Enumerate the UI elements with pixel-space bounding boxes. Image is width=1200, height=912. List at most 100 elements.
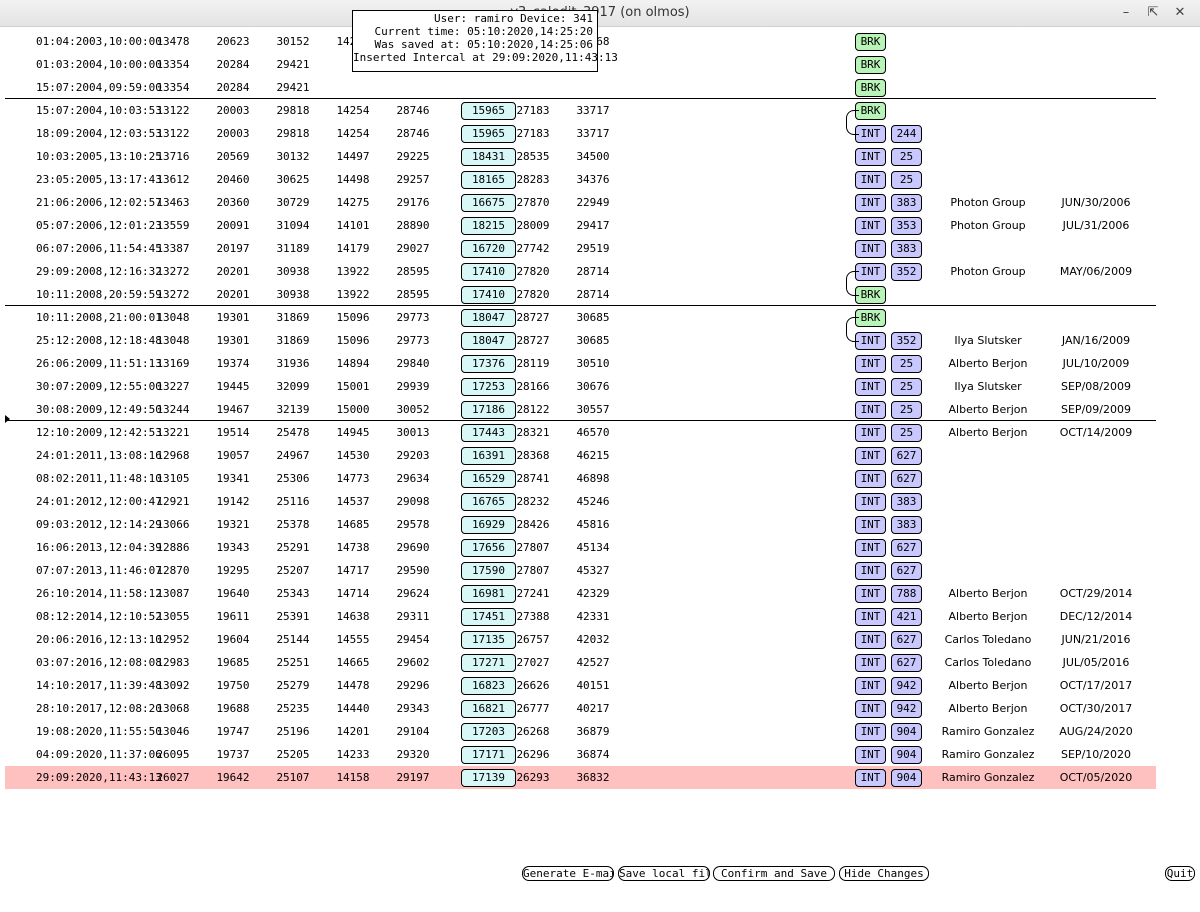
device-number-tag[interactable]: 788 bbox=[891, 585, 922, 603]
device-number-tag[interactable]: 627 bbox=[891, 470, 922, 488]
int-tag[interactable]: INT bbox=[855, 677, 886, 695]
int-tag[interactable]: INT bbox=[855, 378, 886, 396]
table-row[interactable]: 14:10:2017,11:39:48 13092 19750 25279 14478 2… bbox=[5, 674, 1156, 697]
device-number-tag[interactable]: 25 bbox=[891, 378, 922, 396]
device-number-tag[interactable]: 383 bbox=[891, 194, 922, 212]
device-number-tag[interactable]: 25 bbox=[891, 171, 922, 189]
device-number-tag[interactable]: 942 bbox=[891, 677, 922, 695]
table-row[interactable]: 06:07:2006,11:54:45 13387 20197 31189 14179 2… bbox=[5, 237, 1156, 260]
int-tag[interactable]: INT bbox=[855, 332, 886, 350]
int-tag[interactable]: INT bbox=[855, 148, 886, 166]
device-number-tag[interactable]: 244 bbox=[891, 125, 922, 143]
table-row[interactable]: 15:07:2004,10:03:53 13122 20003 29818 14254 2… bbox=[5, 99, 1156, 122]
int-tag[interactable]: INT bbox=[855, 171, 886, 189]
int-tag[interactable]: INT bbox=[855, 700, 886, 718]
device-number-tag[interactable]: 627 bbox=[891, 539, 922, 557]
save-local-file-button[interactable]: Save local file bbox=[618, 866, 710, 881]
device-number-tag[interactable]: 421 bbox=[891, 608, 922, 626]
int-tag[interactable]: INT bbox=[855, 447, 886, 465]
brk-tag[interactable]: BRK bbox=[855, 79, 886, 97]
device-number-tag[interactable]: 25 bbox=[891, 355, 922, 373]
quit-button[interactable]: Quit bbox=[1165, 866, 1195, 881]
int-tag[interactable]: INT bbox=[855, 194, 886, 212]
device-number-tag[interactable]: 352 bbox=[891, 332, 922, 350]
table-row[interactable]: 25:12:2008,12:18:48 13048 19301 31869 15096 2… bbox=[5, 329, 1156, 352]
int-tag[interactable]: INT bbox=[855, 746, 886, 764]
window-titlebar[interactable]: v3_caledit_3917 (on olmos) – ⇱ ✕ bbox=[0, 0, 1200, 27]
table-row[interactable]: 10:11:2008,20:59:59 13272 20201 30938 13922 2… bbox=[5, 283, 1156, 306]
minimize-icon[interactable]: – bbox=[1116, 3, 1136, 23]
int-tag[interactable]: INT bbox=[855, 769, 886, 787]
device-number-tag[interactable]: 353 bbox=[891, 217, 922, 235]
device-number-tag[interactable]: 25 bbox=[891, 401, 922, 419]
int-tag[interactable]: INT bbox=[855, 539, 886, 557]
int-tag[interactable]: INT bbox=[855, 608, 886, 626]
device-number-tag[interactable]: 627 bbox=[891, 631, 922, 649]
device-number-tag[interactable]: 904 bbox=[891, 769, 922, 787]
table-row[interactable]: 28:10:2017,12:08:20 13068 19688 25235 14440 2… bbox=[5, 697, 1156, 720]
restore-icon[interactable]: ⇱ bbox=[1143, 3, 1163, 23]
table-row[interactable]: 30:08:2009,12:49:50 13244 19467 32139 15000 3… bbox=[5, 398, 1156, 421]
brk-tag[interactable]: BRK bbox=[855, 309, 886, 327]
hide-changes-button[interactable]: Hide Changes bbox=[839, 866, 929, 881]
table-row[interactable]: 30:07:2009,12:55:00 13227 19445 32099 15001 2… bbox=[5, 375, 1156, 398]
int-tag[interactable]: INT bbox=[855, 516, 886, 534]
table-row[interactable]: 09:03:2012,12:14:29 13066 19321 25378 14685 2… bbox=[5, 513, 1156, 536]
table-row[interactable]: 07:07:2013,11:46:07 12870 19295 25207 14717 2… bbox=[5, 559, 1156, 582]
device-number-tag[interactable]: 383 bbox=[891, 493, 922, 511]
int-tag[interactable]: INT bbox=[855, 355, 886, 373]
table-row[interactable]: 23:05:2005,13:17:43 13612 20460 30625 14498 2… bbox=[5, 168, 1156, 191]
table-row[interactable]: 16:06:2013,12:04:39 12886 19343 25291 14738 2… bbox=[5, 536, 1156, 559]
confirm-and-save-button[interactable]: Confirm and Save bbox=[713, 866, 835, 881]
int-tag[interactable]: INT bbox=[855, 263, 886, 281]
int-tag[interactable]: INT bbox=[855, 723, 886, 741]
table-row[interactable]: 19:08:2020,11:55:50 13046 19747 25196 14201 2… bbox=[5, 720, 1156, 743]
device-number-tag[interactable]: 627 bbox=[891, 447, 922, 465]
int-tag[interactable]: INT bbox=[855, 493, 886, 511]
brk-tag[interactable]: BRK bbox=[855, 33, 886, 51]
table-row[interactable]: 26:06:2009,11:51:13 13169 19374 31936 14894 2… bbox=[5, 352, 1156, 375]
device-number-tag[interactable]: 352 bbox=[891, 263, 922, 281]
table-row[interactable]: 20:06:2016,12:13:10 12952 19604 25144 14555 2… bbox=[5, 628, 1156, 651]
int-tag[interactable]: INT bbox=[855, 240, 886, 258]
int-tag[interactable]: INT bbox=[855, 125, 886, 143]
table-row[interactable]: 15:07:2004,09:59:00 13354 20284 29421 BRK bbox=[5, 76, 1156, 99]
int-tag[interactable]: INT bbox=[855, 585, 886, 603]
brk-tag[interactable]: BRK bbox=[855, 286, 886, 304]
device-number-tag[interactable]: 942 bbox=[891, 700, 922, 718]
int-tag[interactable]: INT bbox=[855, 654, 886, 672]
device-number-tag[interactable]: 627 bbox=[891, 562, 922, 580]
table-row[interactable]: 26:10:2014,11:58:12 13087 19640 25343 14714 2… bbox=[5, 582, 1156, 605]
device-number-tag[interactable]: 904 bbox=[891, 746, 922, 764]
device-number-tag[interactable]: 383 bbox=[891, 516, 922, 534]
close-icon[interactable]: ✕ bbox=[1170, 3, 1190, 23]
table-row[interactable]: 29:09:2008,12:16:32 13272 20201 30938 13922 2… bbox=[5, 260, 1156, 283]
table-row-selected[interactable]: 29:09:2020,11:43:13 26027 19642 25107 14158 2… bbox=[5, 766, 1156, 789]
int-tag[interactable]: INT bbox=[855, 217, 886, 235]
table-row[interactable]: 05:07:2006,12:01:23 13559 20091 31094 14101 2… bbox=[5, 214, 1156, 237]
device-number-tag[interactable]: 904 bbox=[891, 723, 922, 741]
generate-email-button[interactable]: Generate E-mail bbox=[522, 866, 614, 881]
int-tag[interactable]: INT bbox=[855, 631, 886, 649]
table-row[interactable]: 03:07:2016,12:08:08 12983 19685 25251 14665 2… bbox=[5, 651, 1156, 674]
table-row[interactable]: 10:11:2008,21:00:01 13048 19301 31869 15096 2… bbox=[5, 306, 1156, 329]
table-row[interactable]: 12:10:2009,12:42:53 13221 19514 25478 14945 3… bbox=[5, 421, 1156, 444]
table-row[interactable]: 24:01:2011,13:08:16 12968 19057 24967 14530 2… bbox=[5, 444, 1156, 467]
table-row[interactable]: 04:09:2020,11:37:06 26095 19737 25205 14233 2… bbox=[5, 743, 1156, 766]
device-number-tag[interactable]: 25 bbox=[891, 424, 922, 442]
table-row[interactable]: 10:03:2005,13:10:25 13716 20569 30132 14497 2… bbox=[5, 145, 1156, 168]
int-tag[interactable]: INT bbox=[855, 470, 886, 488]
int-tag[interactable]: INT bbox=[855, 424, 886, 442]
int-tag[interactable]: INT bbox=[855, 401, 886, 419]
table-row[interactable]: 24:01:2012,12:00:47 12921 19142 25116 14537 2… bbox=[5, 490, 1156, 513]
table-row[interactable]: 21:06:2006,12:02:57 13463 20360 30729 14275 2… bbox=[5, 191, 1156, 214]
device-number-tag[interactable]: 627 bbox=[891, 654, 922, 672]
int-tag[interactable]: INT bbox=[855, 562, 886, 580]
table-row[interactable]: 08:02:2011,11:48:10 13105 19341 25306 14773 2… bbox=[5, 467, 1156, 490]
brk-tag[interactable]: BRK bbox=[855, 56, 886, 74]
device-number-tag[interactable]: 383 bbox=[891, 240, 922, 258]
device-number-tag[interactable]: 25 bbox=[891, 148, 922, 166]
brk-tag[interactable]: BRK bbox=[855, 102, 886, 120]
table-row[interactable]: 18:09:2004,12:03:53 13122 20003 29818 14254 2… bbox=[5, 122, 1156, 145]
table-row[interactable]: 08:12:2014,12:10:52 13055 19611 25391 14638 2… bbox=[5, 605, 1156, 628]
